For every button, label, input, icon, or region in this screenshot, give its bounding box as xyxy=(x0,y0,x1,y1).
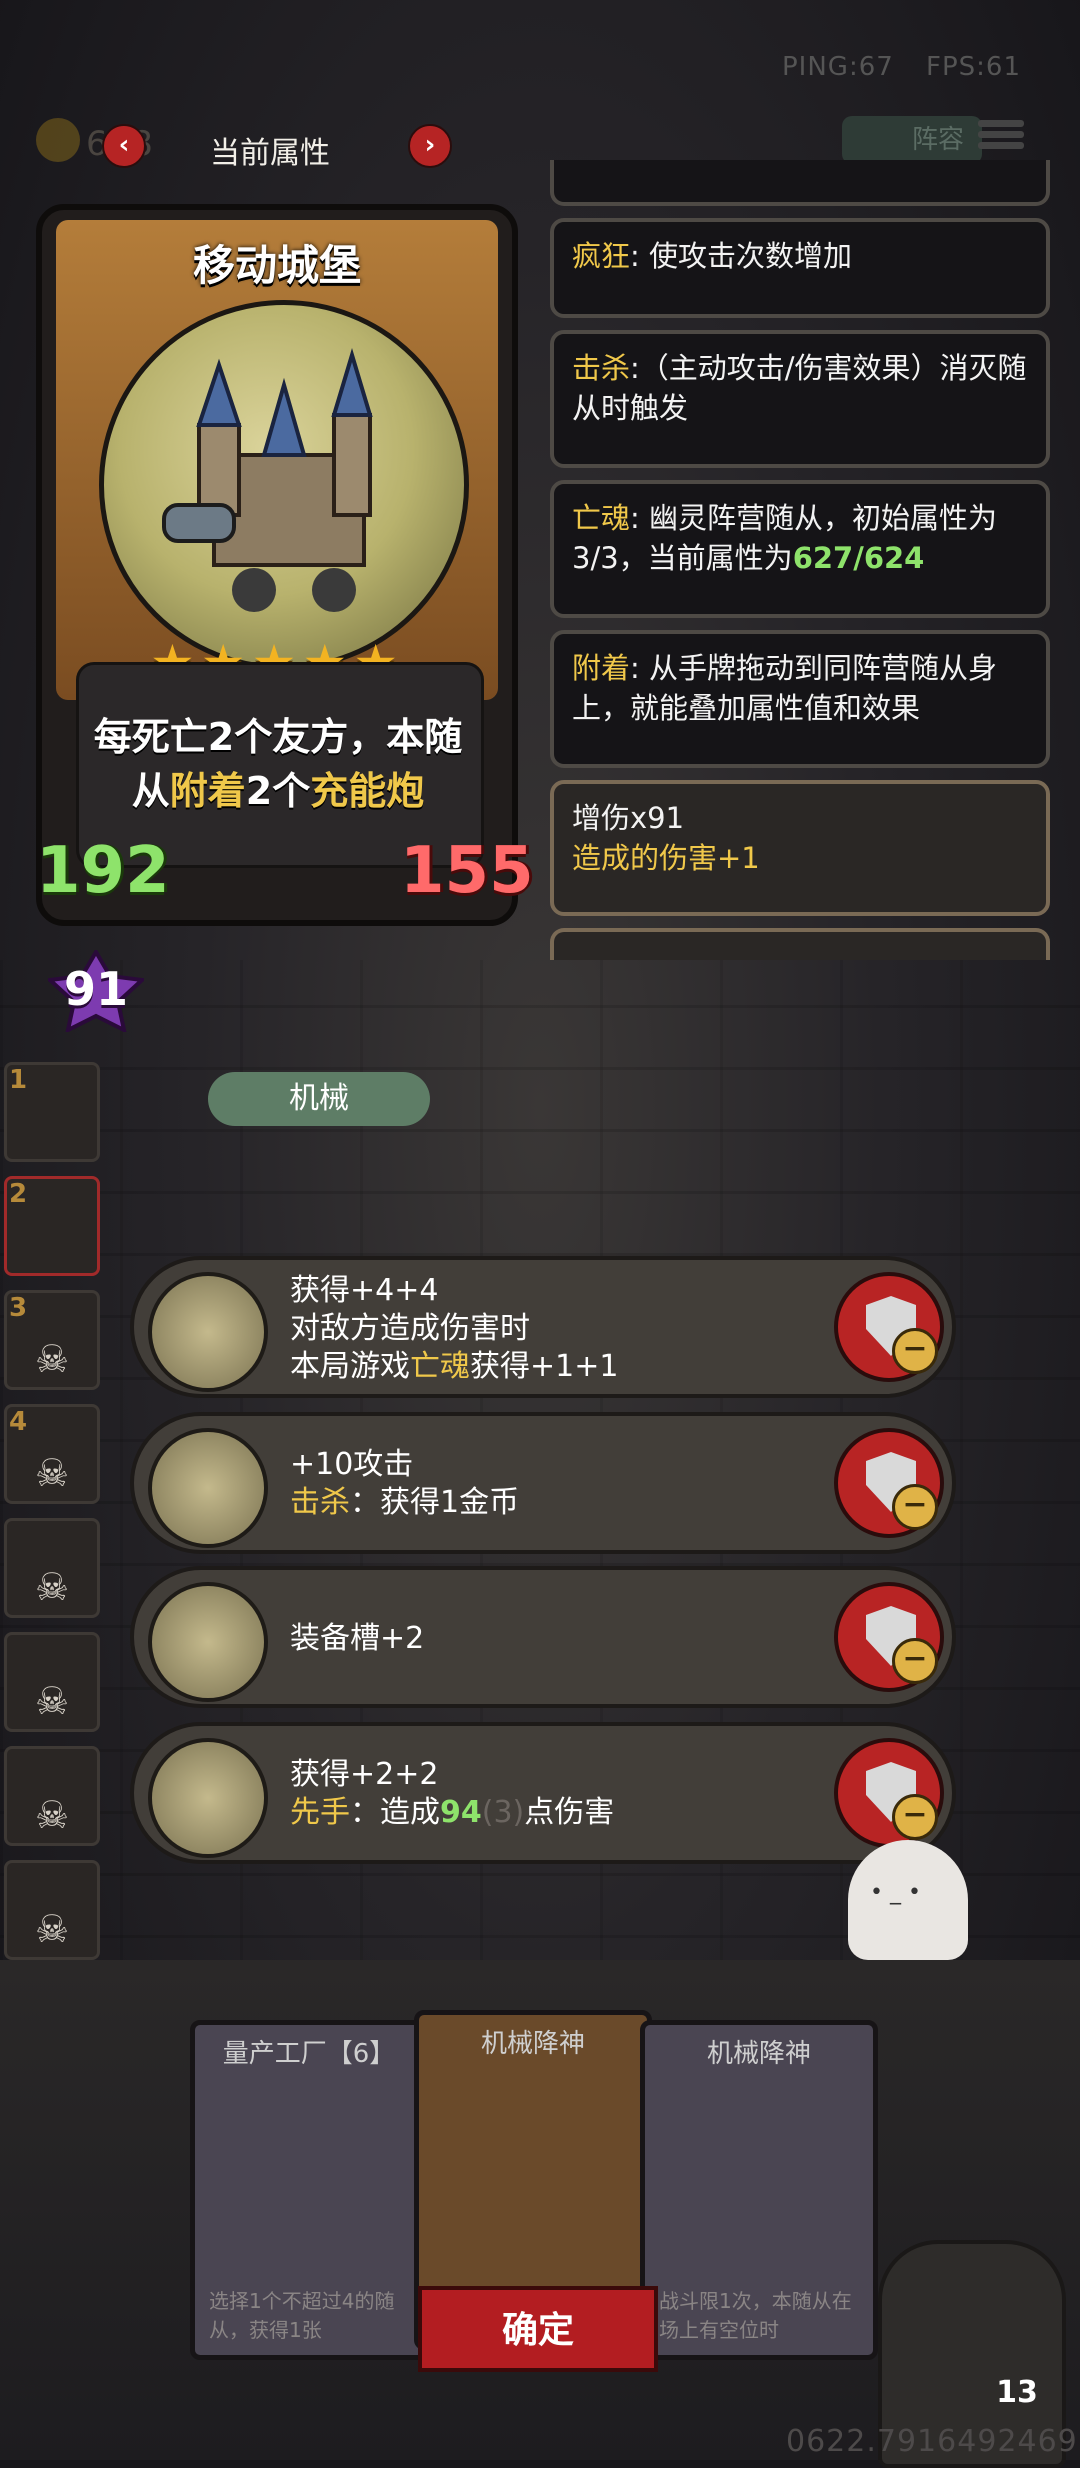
side-slot[interactable]: 1 xyxy=(4,1062,100,1162)
card-name: 移动城堡 xyxy=(192,241,361,290)
equipment-row: +10攻击 击杀：获得1金币 − xyxy=(130,1412,956,1554)
timestamp: 0622.7916492469 xyxy=(786,2424,1078,2459)
minus-icon: − xyxy=(892,1328,938,1374)
page-title: 当前属性 xyxy=(210,136,330,171)
castle-portrait-icon xyxy=(99,300,469,670)
crossbow-icon xyxy=(148,1738,268,1858)
unequip-button[interactable]: − xyxy=(834,1738,944,1848)
tribe-badge: 机械 xyxy=(208,1072,430,1126)
skull-icon: ☠ xyxy=(35,1679,70,1723)
keyword-kill: 击杀:（主动攻击/伤害效果）消灭随从时触发 xyxy=(550,330,1050,468)
pig-icon xyxy=(148,1582,268,1702)
equipment-row: 获得+4+4 对敌方造成伤害时 本局游戏亡魂获得+1+1 − xyxy=(130,1256,956,1398)
gauntlet-icon xyxy=(148,1428,268,1548)
electric-guitar-icon xyxy=(148,1272,268,1392)
unit-card: 移动城堡 ★★★★★ 每死亡2个友方，本随从附着2个充能炮 机械 xyxy=(36,204,518,1126)
unequip-button[interactable]: − xyxy=(834,1272,944,1382)
keyword-panel-top xyxy=(550,160,1050,206)
confirm-button[interactable]: 确定 xyxy=(418,2286,658,2372)
next-arrow-button[interactable]: › xyxy=(408,124,452,168)
equipment-text: +10攻击 击杀：获得1金币 xyxy=(290,1447,520,1520)
roster-button[interactable]: 阵容 xyxy=(842,116,982,164)
hand-card-deus-machina-2[interactable]: 机械降神 战斗限1次，本随从在场上有空位时 xyxy=(640,2020,878,2360)
unequip-button[interactable]: − xyxy=(834,1582,944,1692)
side-slot[interactable]: 2 xyxy=(4,1176,100,1276)
buff-panel: 增伤x91 造成的伤害+1 xyxy=(550,780,1050,916)
side-slot[interactable]: ☠ xyxy=(4,1746,100,1846)
unequip-button[interactable]: − xyxy=(834,1428,944,1538)
equipment-row: 装备槽+2 − xyxy=(130,1566,956,1708)
skull-icon: ☠ xyxy=(35,1565,70,1609)
fps-readout: FPS:61 xyxy=(926,52,1021,82)
side-slot[interactable]: 4 ☠ xyxy=(4,1404,100,1504)
hand-card-factory[interactable]: 量产工厂【6】 选择1个不超过4的随从，获得1张 xyxy=(190,2020,428,2360)
damage-buff-value: 91 xyxy=(63,962,128,1016)
gold-coin-icon xyxy=(36,118,80,162)
skull-icon: ☠ xyxy=(35,1451,70,1495)
equipment-text: 获得+4+4 对敌方造成伤害时 本局游戏亡魂获得+1+1 xyxy=(290,1273,619,1384)
skull-icon: ☠ xyxy=(35,1907,70,1951)
skull-icon: ☠ xyxy=(35,1793,70,1837)
card-description: 每死亡2个友方，本随从附着2个充能炮 xyxy=(93,715,463,813)
side-slot[interactable]: ☠ xyxy=(4,1632,100,1732)
side-slot[interactable]: 3 ☠ xyxy=(4,1290,100,1390)
keyword-deathsoul: 亡魂: 幽灵阵营随从，初始属性为3/3，当前属性为627/624 xyxy=(550,480,1050,618)
ping-readout: PING:67 xyxy=(782,52,894,82)
ghost-mascot-icon xyxy=(848,1840,968,1960)
buff-panel-next xyxy=(550,928,1050,960)
minus-icon: − xyxy=(892,1484,938,1530)
equipment-text: 装备槽+2 xyxy=(290,1621,425,1656)
attack-stat: 192 xyxy=(36,834,170,908)
equipment-row: 获得+2+2 先手：造成94(3)点伤害 − xyxy=(130,1722,956,1864)
minus-icon: − xyxy=(892,1794,938,1840)
menu-icon[interactable] xyxy=(978,116,1024,162)
hero-health: 13 xyxy=(996,2375,1038,2410)
keyword-frenzy: 疯狂: 使攻击次数增加 xyxy=(550,218,1050,318)
health-stat: 155 xyxy=(400,834,534,908)
prev-arrow-button[interactable]: ‹ xyxy=(102,124,146,168)
side-slot[interactable]: ☠ xyxy=(4,1518,100,1618)
equipment-text: 获得+2+2 先手：造成94(3)点伤害 xyxy=(290,1757,615,1830)
side-slot[interactable]: ☠ xyxy=(4,1860,100,1960)
minus-icon: − xyxy=(892,1638,938,1684)
keyword-attach: 附着: 从手牌拖动到同阵营随从身上，就能叠加属性值和效果 xyxy=(550,630,1050,768)
skull-icon: ☠ xyxy=(35,1337,70,1381)
